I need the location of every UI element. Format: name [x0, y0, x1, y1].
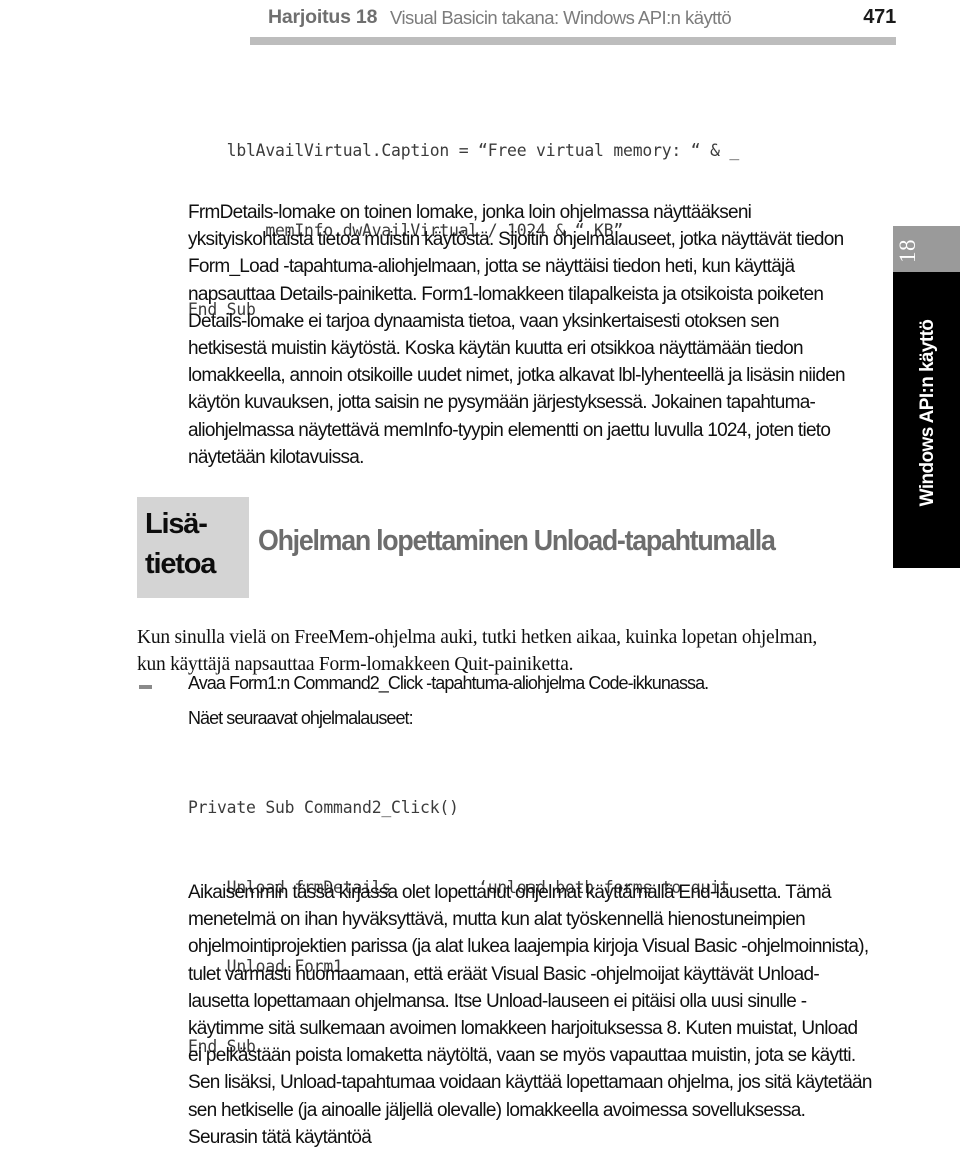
code-line: Private Sub Command2_Click() — [188, 798, 459, 817]
margin-tab-number-box: 18 — [893, 226, 960, 272]
paragraph-unload-discussion: Aikaisemmin tässä kirjassa olet lopettan… — [188, 882, 872, 1148]
note-box-label: Lisä- tietoa — [145, 508, 216, 580]
paragraph-note: Kun sinulla vielä on FreeMem-ohjelma auk… — [137, 626, 818, 676]
paragraph-frmdetails: FrmDetails-lomake on toinen lomake, jonk… — [188, 202, 846, 468]
step-instruction-line: Avaa Form1:n Command2_Click -tapahtuma-a… — [188, 673, 709, 693]
page-number: 471 — [863, 6, 896, 28]
margin-chapter-tab: 18 Windows API:n käyttö — [893, 226, 960, 568]
margin-tab-chapter-title: Windows API:n käyttö — [917, 319, 938, 507]
note-heading: Ohjelman lopettaminen Unload-tapahtumall… — [258, 525, 776, 557]
running-header: Harjoitus 18 Visual Basicin takana: Wind… — [250, 6, 896, 36]
margin-tab-title-box: Windows API:n käyttö — [893, 272, 960, 568]
header-chapter-label: Harjoitus 18 — [268, 6, 378, 28]
step-dash-marker — [139, 685, 152, 689]
code-line: lblAvailVirtual.Caption = “Free virtual … — [188, 141, 740, 160]
header-title: Visual Basicin takana: Windows API:n käy… — [390, 7, 732, 28]
step-followup-line: Näet seuraavat ohjelmalauseet: — [188, 708, 414, 728]
note-box-lisatietoa: Lisä- tietoa — [137, 497, 249, 598]
header-divider-rule — [250, 37, 896, 45]
margin-tab-chapter-number: 18 — [895, 239, 920, 263]
